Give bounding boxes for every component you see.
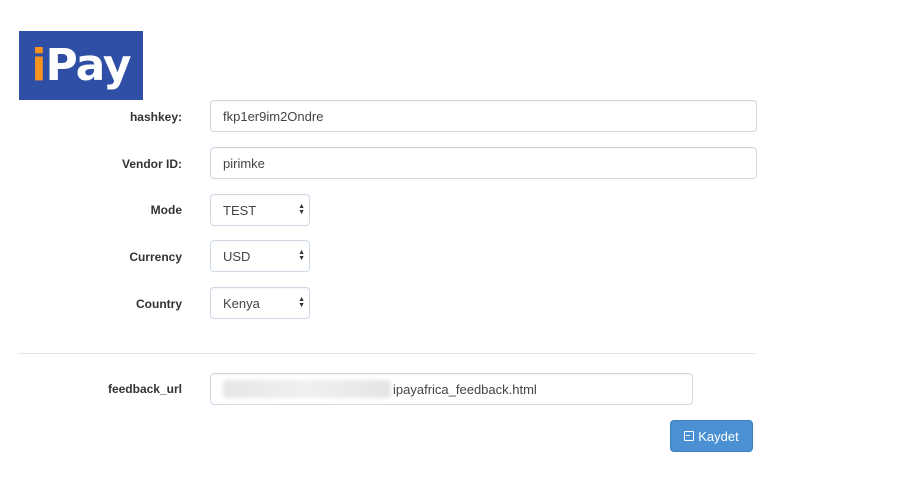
save-button[interactable]: Kaydet [670,420,753,452]
vendor-id-label: Vendor ID: [121,157,182,171]
form-divider [19,353,756,354]
country-select[interactable]: Kenya ▲ ▼ [210,287,310,319]
hashkey-input[interactable]: fkp1er9im2Ondre [210,100,757,132]
hashkey-value: fkp1er9im2Ondre [223,108,324,124]
mode-label: Mode [150,203,182,217]
feedback-url-input[interactable]: ipayafrica_feedback.html [210,373,693,405]
select-arrows-icon: ▲ ▼ [298,296,305,309]
feedback-url-value: ipayafrica_feedback.html [393,381,537,397]
select-arrows-icon: ▲ ▼ [298,249,305,262]
save-icon [684,431,695,441]
select-arrows-icon: ▲ ▼ [298,203,305,216]
country-label: Country [136,297,182,311]
vendor-id-input[interactable]: pirimke [210,147,757,179]
currency-value: USD [223,248,251,264]
currency-label: Currency [129,250,182,264]
hashkey-label: hashkey: [129,110,182,124]
mode-value: TEST [223,202,257,218]
vendor-id-value: pirimke [223,155,265,171]
feedback-url-label: feedback_url [107,382,182,396]
ipay-logo: i Pay [19,31,143,100]
redacted-url-prefix [223,380,391,398]
save-button-label: Kaydet [698,428,739,444]
currency-select[interactable]: USD ▲ ▼ [210,240,310,272]
country-value: Kenya [223,295,260,311]
mode-select[interactable]: TEST ▲ ▼ [210,194,310,226]
